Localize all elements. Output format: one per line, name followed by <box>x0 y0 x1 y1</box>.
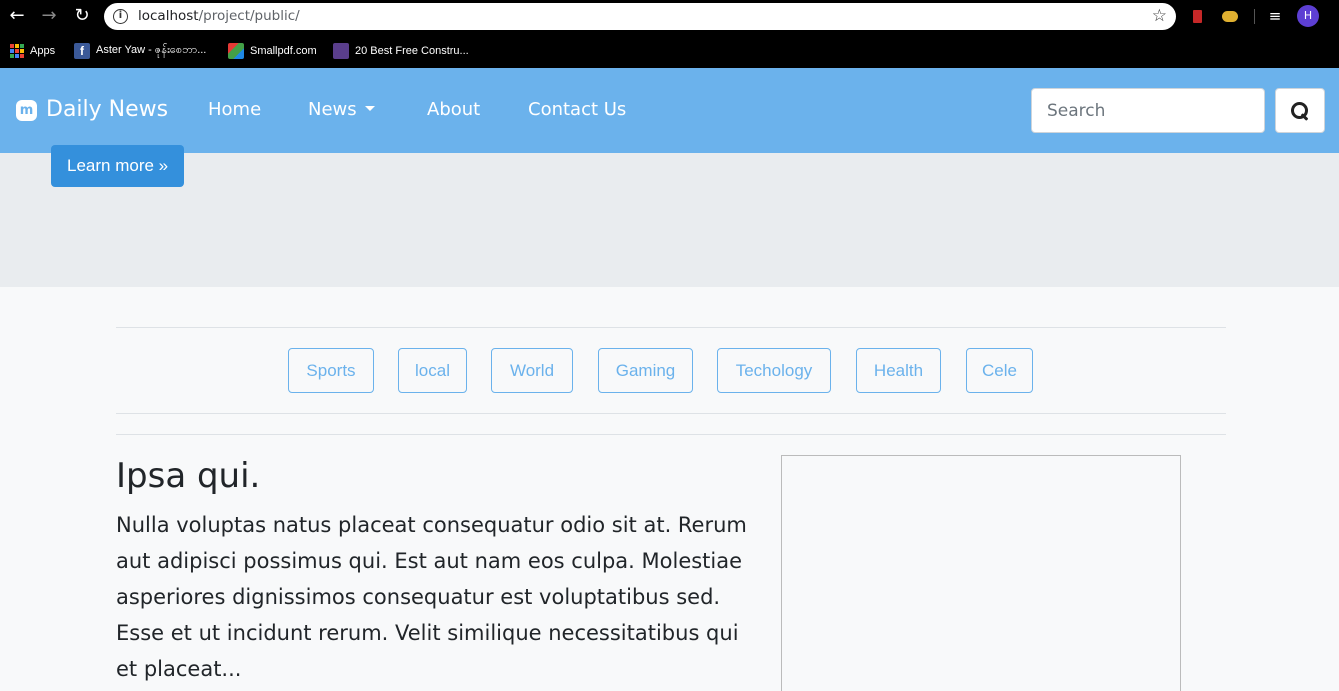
category-gaming[interactable]: Gaming <box>598 348 693 393</box>
article-title[interactable]: Ipsa qui. <box>116 455 260 497</box>
brand-link[interactable]: m Daily News <box>16 97 168 123</box>
bookmark-colorlib[interactable]: 20 Best Free Constru... <box>333 42 469 60</box>
article-image <box>781 455 1181 691</box>
category-technology[interactable]: Techology <box>717 348 831 393</box>
mastodon-icon: m <box>16 99 37 121</box>
bookmark-facebook[interactable]: f Aster Yaw - ဇုန်းစေဘာ... <box>74 42 206 60</box>
apps-grid-icon <box>10 44 24 58</box>
back-arrow-icon[interactable]: ← <box>5 5 29 27</box>
info-icon[interactable]: i <box>113 9 128 24</box>
star-icon[interactable]: ☆ <box>1152 6 1167 26</box>
profile-avatar[interactable]: H <box>1297 5 1319 27</box>
divider <box>116 434 1226 435</box>
bookmarks-bar: Apps f Aster Yaw - ဇုန်းစေဘာ... Smallpdf… <box>0 34 1339 68</box>
browser-toolbar: ← → ↻ i localhost/project/public/ ☆ ≡ H <box>0 0 1339 34</box>
reading-list-icon[interactable]: ≡ <box>1266 7 1284 25</box>
nav-home[interactable]: Home <box>208 99 261 121</box>
url-path: /project/public/ <box>198 8 300 24</box>
category-health[interactable]: Health <box>856 348 941 393</box>
address-bar[interactable]: i localhost/project/public/ ☆ <box>104 3 1176 30</box>
category-list: Sports local World Gaming Techology Heal… <box>116 348 1226 393</box>
bookmark-smallpdf[interactable]: Smallpdf.com <box>228 42 317 60</box>
address-url[interactable]: localhost/project/public/ <box>138 7 300 26</box>
article-excerpt: Nulla voluptas natus placeat consequatur… <box>116 513 747 681</box>
caret-down-icon <box>364 105 375 111</box>
bookmark-apps[interactable]: Apps <box>10 42 55 60</box>
extension-icon[interactable] <box>1221 7 1239 25</box>
bookmark-label: Aster Yaw - ဇုန်းစေဘာ... <box>96 44 207 56</box>
bookmark-label: Smallpdf.com <box>250 45 317 57</box>
category-cele[interactable]: Cele <box>966 348 1033 393</box>
category-world[interactable]: World <box>491 348 573 393</box>
bookmark-label: 20 Best Free Constru... <box>355 45 469 57</box>
nav-contact[interactable]: Contact Us <box>528 99 626 121</box>
facebook-icon: f <box>74 43 90 59</box>
jumbotron: Learn more » <box>0 145 1339 287</box>
extension-icon[interactable] <box>1188 7 1206 25</box>
site-navbar: m Daily News Home News About Contact Us <box>0 68 1339 153</box>
toolbar-divider <box>1254 9 1255 24</box>
divider <box>116 327 1226 328</box>
learn-more-button[interactable]: Learn more » <box>51 145 185 187</box>
category-local[interactable]: local <box>398 348 467 393</box>
nav-news-label: News <box>308 99 357 120</box>
search-button[interactable] <box>1275 88 1325 133</box>
forward-arrow-icon[interactable]: → <box>37 5 61 27</box>
divider <box>116 413 1226 414</box>
colorlib-icon <box>333 43 349 59</box>
category-sports[interactable]: Sports <box>288 348 374 393</box>
smallpdf-icon <box>228 43 244 59</box>
reload-icon[interactable]: ↻ <box>70 5 94 27</box>
nav-about[interactable]: About <box>427 99 480 121</box>
nav-news-dropdown[interactable]: News <box>308 99 375 121</box>
brand-name: Daily News <box>46 97 169 122</box>
search-input[interactable] <box>1031 88 1265 133</box>
bookmark-label: Apps <box>30 45 56 57</box>
search-icon <box>1291 101 1309 120</box>
url-host: localhost <box>138 8 199 24</box>
